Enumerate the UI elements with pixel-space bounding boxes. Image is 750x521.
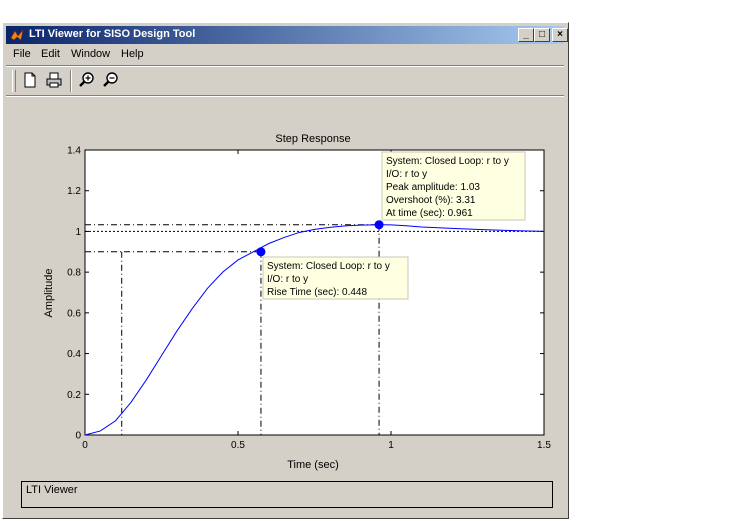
chart-title: Step Response bbox=[275, 133, 350, 145]
y-tick-label: 1 bbox=[75, 227, 81, 238]
peak-annotation-line: Overshoot (%): 3.31 bbox=[386, 195, 476, 206]
peak-annotation-line: System: Closed Loop: r to y bbox=[386, 156, 509, 167]
rise-annotation-line: Rise Time (sec): 0.448 bbox=[267, 287, 367, 298]
rise-time-annotation: System: Closed Loop: r to y I/O: r to y … bbox=[262, 256, 409, 300]
x-axis-label: Time (sec) bbox=[287, 459, 339, 471]
rise-annotation-line: System: Closed Loop: r to y bbox=[267, 261, 390, 272]
x-tick-label: 1 bbox=[388, 440, 394, 451]
y-tick-label: 1.4 bbox=[67, 146, 81, 157]
y-axis-label: Amplitude bbox=[43, 269, 55, 318]
peak-annotation-line: Peak amplitude: 1.03 bbox=[386, 182, 480, 193]
step-response-plot[interactable]: Step Response Time (sec) Amplitude 0 0.5 1… bbox=[0, 0, 750, 521]
rise-time-marker[interactable] bbox=[256, 247, 266, 257]
peak-annotation-line: At time (sec): 0.961 bbox=[386, 208, 473, 219]
y-tick-label: 0.6 bbox=[67, 308, 81, 319]
rise-annotation-line: I/O: r to y bbox=[267, 274, 308, 285]
y-tick-label: 0.2 bbox=[67, 390, 81, 401]
y-tick-label: 0 bbox=[75, 431, 81, 442]
peak-annotation-line: I/O: r to y bbox=[386, 169, 427, 180]
y-tick-label: 0.8 bbox=[67, 268, 81, 279]
x-tick-label: 0 bbox=[82, 440, 88, 451]
peak-response-marker[interactable] bbox=[374, 220, 384, 230]
x-tick-label: 0.5 bbox=[231, 440, 245, 451]
peak-annotation: System: Closed Loop: r to y I/O: r to y … bbox=[381, 151, 526, 221]
x-tick-label: 1.5 bbox=[537, 440, 551, 451]
y-tick-label: 1.2 bbox=[67, 186, 81, 197]
y-tick-label: 0.4 bbox=[67, 349, 81, 360]
